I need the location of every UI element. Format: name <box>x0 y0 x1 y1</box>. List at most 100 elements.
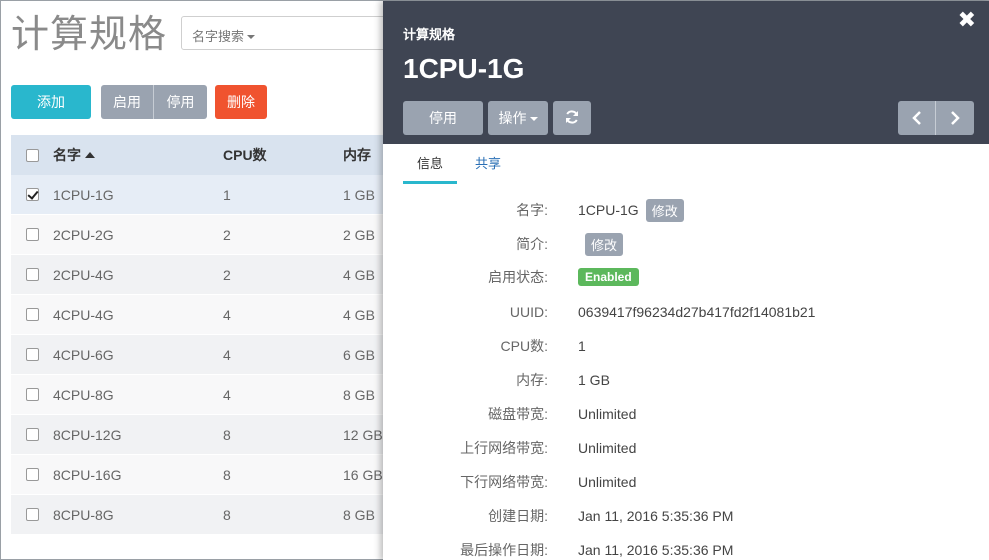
name-label: 名字: <box>516 202 548 218</box>
detail-row-last-operation: 最后操作日期: Jan 11, 2016 5:35:36 PM <box>383 533 989 560</box>
previous-item-button[interactable] <box>898 101 936 135</box>
last-operation-value: Jan 11, 2016 5:35:36 PM <box>578 542 734 558</box>
tab-share[interactable]: 共享 <box>461 144 515 184</box>
detail-row-disk-bandwidth: 磁盘带宽: Unlimited <box>383 397 989 431</box>
row-checkbox[interactable] <box>25 308 39 321</box>
row-cpu: 1 <box>223 186 231 203</box>
row-checkbox[interactable] <box>25 348 39 361</box>
row-name[interactable]: 4CPU-8G <box>53 387 223 403</box>
detail-row-status: 启用状态: Enabled <box>383 260 989 294</box>
enable-disable-button-group: 启用 停用 <box>101 85 207 119</box>
table-header: 名字 CPU数 内存 <box>11 135 391 175</box>
row-checkbox[interactable] <box>25 228 39 241</box>
row-checkbox[interactable] <box>25 268 39 281</box>
detail-row-cpu: CPU数: 1 <box>383 329 989 363</box>
row-checkbox[interactable] <box>25 508 39 521</box>
column-header-cpu[interactable]: CPU数 <box>223 145 343 165</box>
detail-panel: 计算规格 1CPU-1G ✖ 停用 操作 信息 共享 名字: 1CPU-1G 修… <box>383 1 989 560</box>
row-name[interactable]: 2CPU-4G <box>53 267 223 283</box>
upload-bandwidth-value: Unlimited <box>578 440 637 456</box>
last-operation-label: 最后操作日期: <box>460 542 548 558</box>
created-value: Jan 11, 2016 5:35:36 PM <box>578 508 734 524</box>
detail-row-download-bandwidth: 下行网络带宽: Unlimited <box>383 465 989 499</box>
row-name[interactable]: 4CPU-4G <box>53 307 223 323</box>
table-row[interactable]: 8CPU-16G 8 16 GB <box>11 455 391 495</box>
edit-name-button[interactable]: 修改 <box>645 198 684 222</box>
enable-button[interactable]: 启用 <box>101 85 154 119</box>
row-name[interactable]: 2CPU-2G <box>53 227 223 243</box>
detail-row-description: 简介: 修改 <box>383 227 989 261</box>
next-item-button[interactable] <box>936 101 974 135</box>
row-cpu: 8 <box>223 466 231 483</box>
delete-button[interactable]: 删除 <box>215 85 267 119</box>
row-cpu: 2 <box>223 266 231 283</box>
close-icon[interactable]: ✖ <box>958 9 976 31</box>
description-label: 简介: <box>516 236 548 252</box>
cpu-label: CPU数: <box>500 338 548 354</box>
chevron-left-icon <box>911 111 921 125</box>
memory-value: 1 GB <box>578 372 610 388</box>
row-cpu: 2 <box>223 226 231 243</box>
name-value: 1CPU-1G <box>578 202 639 218</box>
table-row[interactable]: 8CPU-12G 8 12 GB <box>11 415 391 455</box>
search-field-label: 名字搜索 <box>192 29 245 44</box>
table-row[interactable]: 8CPU-8G 8 8 GB <box>11 495 391 535</box>
tab-info[interactable]: 信息 <box>403 144 458 184</box>
detail-row-memory: 内存: 1 GB <box>383 363 989 397</box>
caret-down-icon <box>247 35 256 39</box>
row-checkbox[interactable] <box>25 388 39 401</box>
operations-dropdown-button[interactable]: 操作 <box>488 101 548 135</box>
row-cpu: 4 <box>223 386 231 403</box>
detail-row-upload-bandwidth: 上行网络带宽: Unlimited <box>383 431 989 465</box>
row-name[interactable]: 8CPU-12G <box>53 427 223 443</box>
table-row[interactable]: 4CPU-4G 4 4 GB <box>11 295 391 335</box>
disk-bandwidth-value: Unlimited <box>578 406 637 422</box>
row-name[interactable]: 4CPU-6G <box>53 347 223 363</box>
row-cpu: 8 <box>223 506 231 523</box>
download-bandwidth-label: 下行网络带宽: <box>460 474 548 490</box>
row-name[interactable]: 8CPU-16G <box>53 467 223 483</box>
item-pager <box>898 101 974 135</box>
table-row[interactable]: 4CPU-6G 4 6 GB <box>11 335 391 375</box>
refresh-icon <box>566 110 578 124</box>
name-header-label: 名字 <box>53 147 81 163</box>
edit-description-button[interactable]: 修改 <box>585 232 624 256</box>
download-bandwidth-value: Unlimited <box>578 474 637 490</box>
offering-table: 名字 CPU数 内存 1CPU-1G 1 1 GB 2CPU-2G 2 2 GB 2CPU-… <box>11 135 391 535</box>
caret-down-icon <box>529 117 538 121</box>
status-badge: Enabled <box>578 268 639 286</box>
disk-bandwidth-label: 磁盘带宽: <box>488 406 548 422</box>
created-label: 创建日期: <box>488 508 548 524</box>
detail-tabs: 信息 共享 <box>403 144 519 184</box>
detail-row-name: 名字: 1CPU-1G 修改 <box>383 193 989 227</box>
table-row[interactable]: 1CPU-1G 1 1 GB <box>11 175 391 215</box>
row-cpu: 4 <box>223 306 231 323</box>
row-checkbox[interactable] <box>25 428 39 441</box>
table-row[interactable]: 4CPU-8G 4 8 GB <box>11 375 391 415</box>
chevron-right-icon <box>951 111 960 125</box>
uuid-value: 0639417f96234d27b417fd2f14081b21 <box>578 304 816 320</box>
detail-row-uuid: UUID: 0639417f96234d27b417fd2f14081b21 <box>383 295 989 329</box>
refresh-button[interactable] <box>553 101 591 135</box>
cpu-value: 1 <box>578 338 586 354</box>
disable-button[interactable]: 停用 <box>154 85 207 119</box>
column-header-name[interactable]: 名字 <box>53 145 223 165</box>
row-cpu: 8 <box>223 426 231 443</box>
table-row[interactable]: 2CPU-2G 2 2 GB <box>11 215 391 255</box>
search-field-dropdown[interactable]: 名字搜索 <box>192 26 256 45</box>
detail-row-created: 创建日期: Jan 11, 2016 5:35:36 PM <box>383 499 989 533</box>
table-row[interactable]: 2CPU-4G 2 4 GB <box>11 255 391 295</box>
detail-panel-header: 计算规格 1CPU-1G ✖ 停用 操作 <box>383 1 989 144</box>
table-body: 1CPU-1G 1 1 GB 2CPU-2G 2 2 GB 2CPU-4G 2 4 GB 4CPU… <box>11 175 391 535</box>
detail-title: 1CPU-1G <box>403 53 525 84</box>
row-name[interactable]: 8CPU-8G <box>53 507 223 523</box>
row-checkbox[interactable] <box>25 468 39 481</box>
memory-label: 内存: <box>516 372 548 388</box>
detail-disable-button[interactable]: 停用 <box>403 101 483 135</box>
add-button[interactable]: 添加 <box>11 85 91 119</box>
row-name[interactable]: 1CPU-1G <box>53 187 223 203</box>
row-checkbox[interactable] <box>25 188 39 201</box>
select-all-checkbox[interactable] <box>25 148 39 162</box>
row-cpu: 4 <box>223 346 231 363</box>
operations-label: 操作 <box>498 110 527 126</box>
